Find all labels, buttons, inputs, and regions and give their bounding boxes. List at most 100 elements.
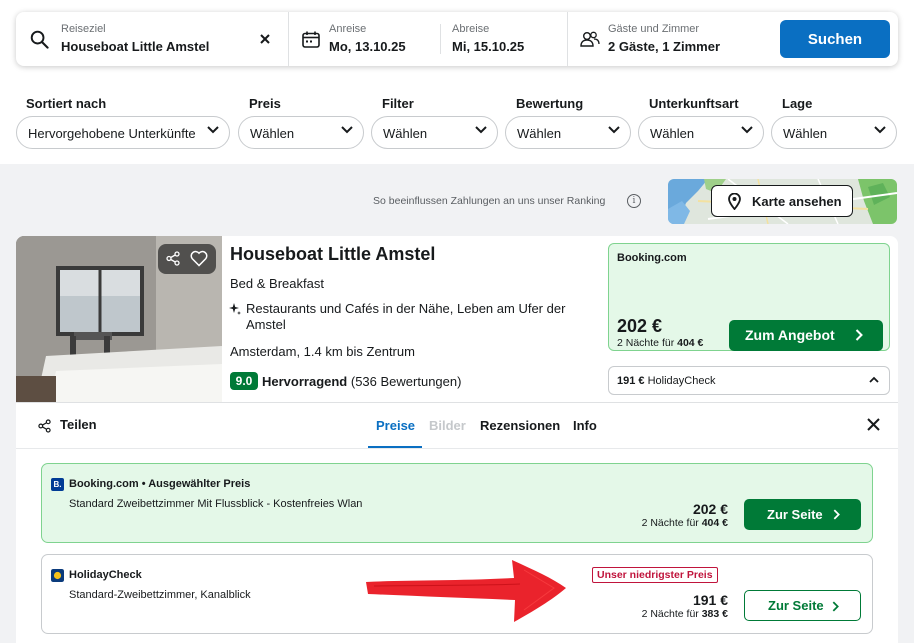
dropdown-value: Hervorgehobene Unterkünfte (28, 126, 196, 141)
holidaycheck-logo-icon (51, 569, 64, 582)
top-section: Reiseziel Houseboat Little Amstel Anreis… (0, 0, 914, 164)
rating-word: Hervorragend (262, 374, 348, 389)
alt-offer-provider: HolidayCheck (647, 375, 716, 387)
accommodation-dropdown[interactable]: Wählen (638, 116, 764, 149)
nights-prefix: 2 Nächte für (641, 517, 699, 529)
offer-provider: Booking.com (617, 252, 687, 264)
alt-offer-price: 191 € (617, 375, 645, 387)
nights-total: 404 € (677, 337, 704, 349)
deal-room: Standard Zweibettzimmer Mit Flussblick -… (69, 498, 363, 510)
deal-row: B. Booking.com • Ausgewählter Preis Stan… (41, 463, 873, 543)
checkout-label: Abreise (452, 23, 490, 35)
sort-dropdown[interactable]: Hervorgehobene Unterkünfte (16, 116, 230, 149)
dropdown-value: Wählen (383, 126, 428, 141)
view-deal-button[interactable]: Zum Angebot (729, 320, 883, 351)
filter-dropdown[interactable]: Wählen (371, 116, 498, 149)
visit-site-button[interactable]: Zur Seite (744, 499, 861, 530)
search-button[interactable]: Suchen (780, 20, 890, 58)
search-bar: Reiseziel Houseboat Little Amstel Anreis… (16, 12, 898, 66)
rating-score-badge: 9.0 (230, 372, 258, 390)
deal-provider: Booking.com • Ausgewählter Preis (69, 478, 251, 490)
hotel-location: Amsterdam, 1.4 km bis Zentrum (230, 344, 415, 359)
deal-price: 191 € (692, 592, 728, 608)
chevron-down-icon (207, 126, 219, 134)
filter-location: Lage Wählen (771, 96, 897, 149)
heart-icon[interactable] (190, 250, 208, 267)
rating-text[interactable]: Hervorragend (536 Bewertungen) (262, 374, 461, 389)
offer-price: 202 € (617, 316, 663, 336)
photo-actions (158, 244, 216, 274)
nights-prefix: 2 Nächte für (641, 608, 699, 620)
booking-logo-icon: B. (51, 478, 64, 491)
filter-title: Bewertung (516, 96, 584, 111)
nights-total: 404 € (701, 517, 728, 529)
guests-field[interactable]: Gäste und Zimmer 2 Gäste, 1 Zimmer (568, 12, 768, 66)
lowest-price-badge: Unser niedrigster Preis (592, 567, 718, 583)
map-button[interactable]: Karte ansehen (711, 185, 853, 217)
dropdown-value: Wählen (783, 126, 828, 141)
checkin-value: Mo, 13.10.25 (329, 39, 406, 54)
nights-prefix: 2 Nächte für (617, 337, 675, 349)
hotel-feature: Restaurants und Cafés in der Nähe, Leben… (246, 301, 566, 332)
checkout-value: Mi, 15.10.25 (452, 39, 525, 54)
tab-reviews[interactable]: Rezensionen (480, 418, 560, 433)
chevron-down-icon (874, 126, 886, 134)
alternative-offer-toggle[interactable]: 191 € HolidayCheck (608, 366, 890, 395)
chevron-down-icon (341, 126, 353, 134)
deal-provider: HolidayCheck (69, 569, 142, 581)
chevron-down-icon (475, 126, 487, 134)
visit-site-button[interactable]: Zur Seite (744, 590, 861, 621)
rating-dropdown[interactable]: Wählen (505, 116, 631, 149)
offer-nights: 2 Nächte für 404 € (617, 337, 703, 349)
chevron-up-icon (869, 376, 879, 383)
filter-rating: Bewertung Wählen (505, 96, 631, 149)
tab-divider (16, 448, 898, 449)
visit-site-label: Zur Seite (768, 598, 824, 613)
hotel-card: Houseboat Little Amstel Bed & Breakfast … (16, 236, 898, 402)
tab-pictures: Bilder (429, 418, 466, 433)
filter-sort: Sortiert nach Hervorgehobene Unterkünfte (16, 96, 230, 149)
hotel-name[interactable]: Houseboat Little Amstel (230, 244, 435, 265)
filter-title: Sortiert nach (26, 96, 107, 111)
destination-label: Reiseziel (61, 23, 106, 35)
annotation-arrow (366, 560, 566, 622)
checkout-field[interactable]: Abreise Mi, 15.10.25 (441, 12, 567, 66)
destination-value: Houseboat Little Amstel (61, 39, 210, 54)
guests-icon (580, 31, 600, 47)
checkin-label: Anreise (329, 23, 367, 35)
share-icon[interactable] (166, 251, 180, 266)
filter-filter: Filter Wählen (371, 96, 498, 149)
tab-prices[interactable]: Preise (376, 418, 415, 433)
deal-nights: 2 Nächte für 404 € (642, 517, 728, 529)
price-dropdown[interactable]: Wählen (238, 116, 364, 149)
hotel-photo[interactable] (16, 236, 222, 402)
hotel-type: Bed & Breakfast (230, 276, 324, 291)
deal-room: Standard-Zweibettzimmer, Kanalblick (69, 589, 251, 601)
visit-site-label: Zur Seite (767, 507, 823, 522)
top-offer-box: Booking.com 202 € 2 Nächte für 404 € Zum… (608, 243, 890, 351)
view-deal-label: Zum Angebot (745, 327, 835, 343)
nights-total: 383 € (701, 608, 728, 620)
location-dropdown[interactable]: Wählen (771, 116, 897, 149)
deal-price: 202 € (692, 501, 728, 517)
chevron-down-icon (608, 126, 620, 134)
filter-title: Lage (782, 96, 813, 111)
filter-title: Unterkunftsart (649, 96, 739, 111)
filter-title: Filter (382, 96, 414, 111)
rating-count: (536 Bewertungen) (350, 374, 462, 389)
info-icon[interactable]: i (627, 194, 641, 208)
calendar-icon (302, 31, 320, 48)
chevron-down-icon (741, 126, 753, 134)
share-button[interactable]: Teilen (38, 417, 97, 433)
tab-info[interactable]: Info (573, 418, 597, 433)
clear-icon[interactable] (260, 34, 270, 44)
filter-accommodation-type: Unterkunftsart Wählen (638, 96, 764, 149)
dropdown-value: Wählen (250, 126, 295, 141)
ranking-note[interactable]: So beeinflussen Zahlungen an uns unser R… (373, 195, 605, 207)
chevron-right-icon (832, 601, 839, 612)
search-icon (30, 30, 49, 49)
checkin-field[interactable]: Anreise Mo, 13.10.25 (289, 12, 439, 66)
close-icon[interactable] (867, 418, 880, 431)
destination-field[interactable]: Reiseziel Houseboat Little Amstel (16, 12, 288, 66)
sparkle-icon (229, 303, 241, 315)
